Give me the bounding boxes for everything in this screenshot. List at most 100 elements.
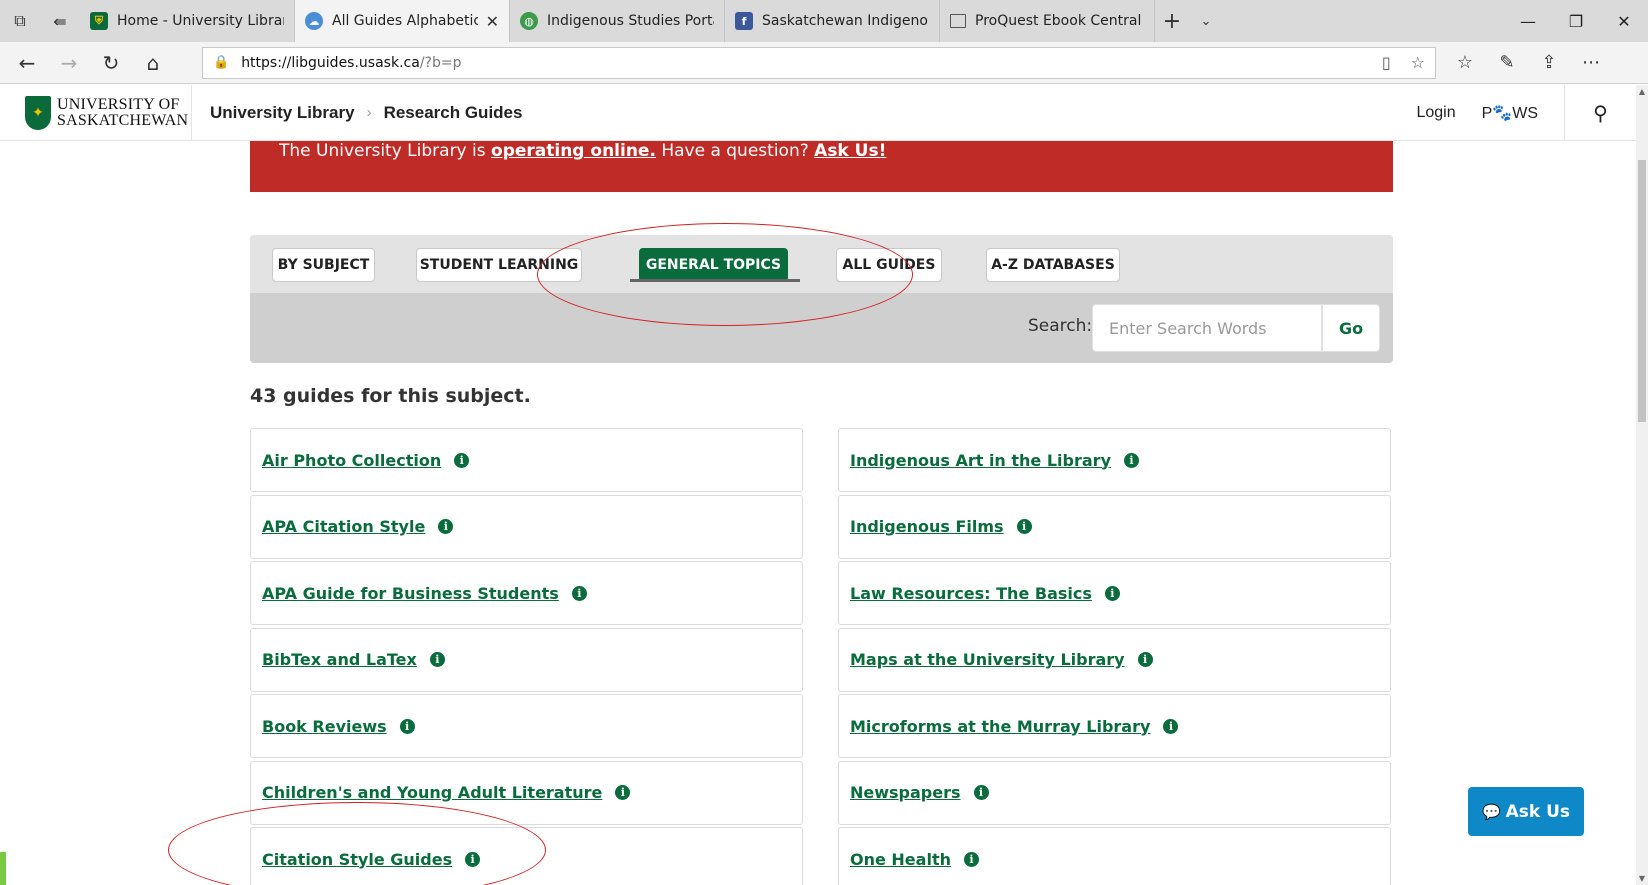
more-icon[interactable]: ⋯ xyxy=(1570,52,1612,73)
back-icon[interactable]: ← xyxy=(6,51,48,75)
guide-link[interactable]: Indigenous Films xyxy=(850,517,1004,536)
guide-item: Microforms at the Murray Library i xyxy=(838,694,1391,758)
login-link[interactable]: Login xyxy=(1416,104,1455,122)
chat-bubble-icon: 💬 xyxy=(1481,802,1501,821)
tab-title: Indigenous Studies Portal :: xyxy=(547,13,714,29)
info-icon[interactable]: i xyxy=(963,851,979,867)
favorites-icon[interactable]: ☆ xyxy=(1444,52,1486,73)
restore-icon[interactable]: ❐ xyxy=(1552,0,1600,42)
info-icon[interactable]: i xyxy=(1016,519,1032,534)
guide-link[interactable]: Children's and Young Adult Literature xyxy=(262,783,602,802)
logo-line-1: UNIVERSITY OF xyxy=(57,95,180,113)
tab-az-databases[interactable]: A-Z DATABASES xyxy=(986,248,1120,282)
guide-link[interactable]: Microforms at the Murray Library xyxy=(850,717,1150,736)
vertical-scrollbar[interactable]: ▲ ▼ xyxy=(1636,85,1648,885)
info-icon[interactable]: i xyxy=(465,851,481,867)
guide-filter-panel: BY SUBJECT STUDENT LEARNING GENERAL TOPI… xyxy=(250,235,1393,363)
guide-link[interactable]: Law Resources: The Basics xyxy=(850,584,1092,603)
facebook-icon: f xyxy=(735,12,753,30)
refresh-icon[interactable]: ↻ xyxy=(90,51,132,75)
browser-tab[interactable]: ⛨ Home - University Library - xyxy=(80,0,295,42)
guide-item: Book Reviews i xyxy=(250,694,803,758)
tab-title: Home - University Library - xyxy=(117,13,284,29)
info-icon[interactable]: i xyxy=(973,785,989,800)
set-tabs-aside-icon[interactable]: ⧉ xyxy=(0,0,40,42)
operating-online-link[interactable]: operating online. xyxy=(491,141,656,161)
browser-tab[interactable]: ProQuest Ebook Central xyxy=(940,0,1155,42)
paws-link[interactable]: P🐾WS xyxy=(1482,103,1538,123)
info-icon[interactable]: i xyxy=(399,718,415,734)
guide-item: APA Guide for Business Students i xyxy=(250,561,803,625)
pen-icon[interactable]: ✎ xyxy=(1486,52,1528,73)
guide-item: Air Photo Collection i xyxy=(250,428,803,492)
tab-student-learning[interactable]: STUDENT LEARNING xyxy=(416,248,582,282)
home-icon[interactable]: ⌂ xyxy=(132,51,174,75)
go-button[interactable]: Go xyxy=(1322,304,1380,352)
forward-icon[interactable]: → xyxy=(48,51,90,75)
guide-link[interactable]: APA Citation Style xyxy=(262,517,425,536)
scroll-down-icon[interactable]: ▼ xyxy=(1636,874,1648,883)
banner-text-middle: Have a question? xyxy=(655,141,815,161)
info-icon[interactable]: i xyxy=(1137,652,1153,667)
info-icon[interactable]: i xyxy=(429,652,445,667)
cloud-icon: ☁ xyxy=(305,12,323,30)
logo-line-2: SASKATCHEWAN xyxy=(57,111,189,129)
reading-view-icon[interactable]: ▯ xyxy=(1382,53,1391,72)
guide-count: 43 guides for this subject. xyxy=(250,385,531,407)
ask-us-button[interactable]: 💬 Ask Us xyxy=(1468,787,1584,836)
info-icon[interactable]: i xyxy=(1163,718,1179,734)
guide-item: Indigenous Films i xyxy=(838,494,1391,559)
tab-general-topics[interactable]: GENERAL TOPICS xyxy=(639,248,788,282)
close-tab-icon[interactable]: ✕ xyxy=(486,12,499,31)
chevron-down-icon[interactable]: ⌄ xyxy=(1189,0,1223,42)
breadcrumb-university-library[interactable]: University Library xyxy=(210,103,355,123)
search-icon[interactable]: ⚲ xyxy=(1564,85,1636,140)
ask-us-banner-link[interactable]: Ask Us! xyxy=(814,141,886,161)
shield-icon: ⛨ xyxy=(90,12,108,30)
share-icon[interactable]: ⇪ xyxy=(1528,52,1570,73)
guide-item: One Health i xyxy=(838,827,1391,885)
guide-item: BibTex and LaTex i xyxy=(250,627,803,692)
new-tab-icon[interactable]: + xyxy=(1155,0,1189,42)
guide-link[interactable]: BibTex and LaTex xyxy=(262,650,417,669)
browser-tab[interactable]: ◍ Indigenous Studies Portal :: xyxy=(510,0,725,42)
minimize-icon[interactable]: — xyxy=(1504,0,1552,42)
browser-tab-bar: ⧉ ⇚ ⛨ Home - University Library - ☁ All … xyxy=(0,0,1648,42)
banner-text-start: The University Library is xyxy=(279,141,492,161)
info-icon[interactable]: i xyxy=(1124,452,1139,468)
close-window-icon[interactable]: ✕ xyxy=(1600,0,1648,42)
browser-tab-active[interactable]: ☁ All Guides Alphabeticall ✕ xyxy=(295,0,510,42)
university-logo[interactable]: ✦ UNIVERSITY OF SASKATCHEWAN xyxy=(0,85,192,140)
guide-link[interactable]: Book Reviews xyxy=(262,717,387,736)
banner-text: The University Library is operating onli… xyxy=(279,141,886,161)
guide-link[interactable]: Maps at the University Library xyxy=(850,650,1125,669)
guide-link[interactable]: Newspapers xyxy=(850,783,961,802)
guide-item: Citation Style Guides i xyxy=(250,827,803,885)
favorite-star-icon[interactable]: ☆ xyxy=(1411,53,1425,72)
guide-list-right: Indigenous Art in the Library i Indigenous… xyxy=(838,428,1391,885)
guide-link[interactable]: APA Guide for Business Students xyxy=(262,584,559,603)
guide-item: APA Citation Style i xyxy=(250,494,803,559)
guide-link[interactable]: Air Photo Collection xyxy=(262,451,441,470)
info-icon[interactable]: i xyxy=(438,519,454,534)
search-label: Search: xyxy=(1028,316,1093,336)
info-icon[interactable]: i xyxy=(454,452,470,468)
guide-link[interactable]: Citation Style Guides xyxy=(262,850,452,869)
info-icon[interactable]: i xyxy=(615,785,631,800)
guide-link[interactable]: Indigenous Art in the Library xyxy=(850,451,1111,470)
guide-link[interactable]: One Health xyxy=(850,850,951,869)
tab-by-subject[interactable]: BY SUBJECT xyxy=(272,248,375,282)
tabs-aside-icon[interactable]: ⇚ xyxy=(40,0,80,42)
browser-tab[interactable]: f Saskatchewan Indigenous N xyxy=(725,0,940,42)
scroll-up-icon[interactable]: ▲ xyxy=(1636,87,1648,96)
search-input[interactable] xyxy=(1092,304,1322,352)
scrollbar-thumb[interactable] xyxy=(1638,160,1646,422)
info-icon[interactable]: i xyxy=(571,585,587,601)
address-bar-row: ← → ↻ ⌂ 🔒 https://libguides.usask.ca/?b=… xyxy=(0,42,1648,84)
breadcrumb-research-guides[interactable]: Research Guides xyxy=(384,103,523,123)
info-icon[interactable]: i xyxy=(1104,585,1120,601)
tab-title: ProQuest Ebook Central xyxy=(975,13,1142,29)
url-field[interactable]: 🔒 https://libguides.usask.ca/?b=p ▯ ☆ xyxy=(202,46,1436,79)
tab-all-guides[interactable]: ALL GUIDES xyxy=(836,248,942,282)
url-host: https://libguides.usask.ca xyxy=(241,54,420,71)
